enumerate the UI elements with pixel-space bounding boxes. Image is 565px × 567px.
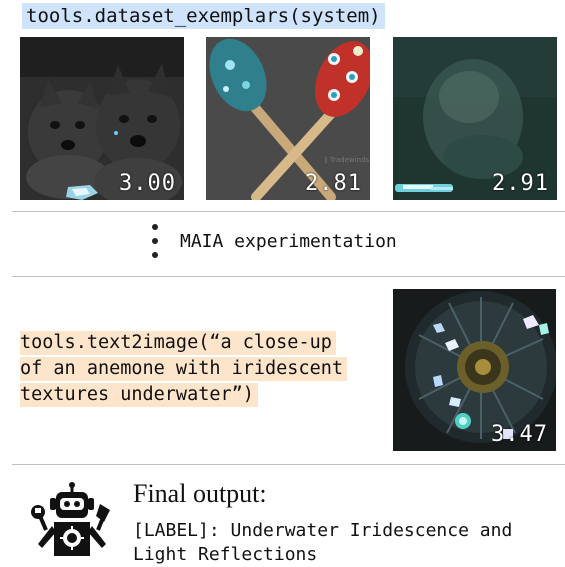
final-label-line-2: Light Reflections [133,544,318,565]
text2image-call-line-3: textures underwater”) [20,383,258,407]
exemplar-image-dogs: 3.00 [20,37,184,200]
exemplar-score: 2.91 [492,171,549,196]
text2image-call-line-1: tools.text2image(“a close-up [20,331,336,355]
generated-anemone-image: 3.47 [393,289,556,451]
exemplar-score: 3.00 [119,171,176,196]
experimentation-label: MAIA experimentation [180,231,397,252]
exemplar-score: 2.81 [305,171,362,196]
vertical-ellipsis-icon [150,224,160,260]
robot-icon [31,482,110,556]
final-output-title: Final output: [133,479,267,508]
divider-top [12,211,565,212]
exemplar-image-beluga: 2.91 [393,37,557,200]
svg-text:∥ Tradewinds: ∥ Tradewinds [324,156,369,164]
exemplar-image-maracas: ∥ Tradewinds 2.81 [206,37,370,200]
text2image-call-line-2: of an anemone with iridescent [20,357,348,381]
divider-middle [12,276,565,277]
dataset-exemplars-call: tools.dataset_exemplars(system) [22,3,385,29]
final-label-line-1: [LABEL]: Underwater Iridescence and [133,520,513,541]
divider-bottom [12,464,565,465]
generated-score: 3.47 [491,422,548,447]
